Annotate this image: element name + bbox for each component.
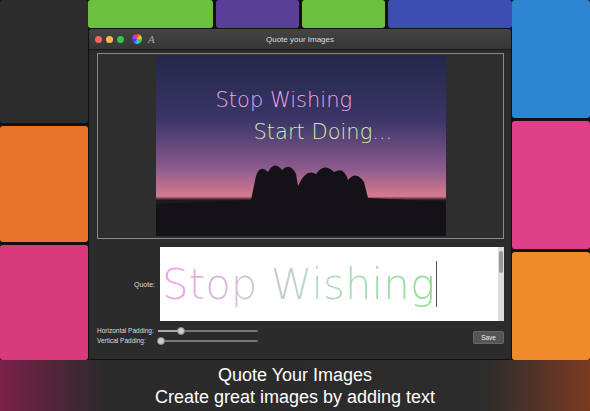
slider-label: Horizontal Padding: (97, 327, 155, 334)
image-preview: Stop WishingStart Doing... (97, 53, 504, 239)
background-tile (0, 126, 88, 242)
quote-editor: Quote: Stop Wishing Horizontal Padding: Ver… (97, 247, 504, 344)
close-button[interactable] (95, 36, 102, 43)
scrollbar[interactable] (498, 247, 504, 321)
background-tile (512, 121, 590, 249)
text-caret (436, 261, 437, 307)
preview-quote-line: Start Doing... (216, 116, 446, 148)
background-tile (0, 0, 88, 123)
quote-text: Stop Wishing (162, 260, 435, 309)
slider-thumb[interactable] (157, 337, 165, 345)
quote-input[interactable]: Stop Wishing (160, 247, 498, 321)
background-pattern (512, 0, 590, 360)
quote-field: Stop Wishing (160, 247, 504, 321)
window-controls: A (89, 33, 169, 45)
save-button[interactable]: Save (473, 331, 504, 344)
font-button[interactable]: A (148, 33, 155, 45)
trees-icon (156, 156, 446, 236)
padding-sliders: Horizontal Padding: Vertical Padding: (97, 327, 465, 344)
background-tile (512, 252, 590, 360)
window-title: Quote your Images (169, 35, 431, 44)
slider-row: Vertical Padding: (97, 337, 465, 344)
app-window: AQuote your ImagesStop WishingStart Doin… (88, 28, 512, 360)
caption-title: Quote Your Images (218, 364, 372, 386)
minimize-button[interactable] (106, 36, 113, 43)
zoom-button[interactable] (117, 36, 124, 43)
scroll-thumb[interactable] (499, 251, 503, 273)
slider-thumb[interactable] (177, 327, 185, 335)
controls: Horizontal Padding: Vertical Padding: Save (97, 325, 504, 344)
background-tile (216, 0, 299, 28)
slider-row: Horizontal Padding: (97, 327, 465, 334)
color-wheel-icon[interactable] (132, 34, 142, 44)
background-tile (302, 0, 385, 28)
slider-track[interactable] (158, 330, 258, 332)
content: Stop WishingStart Doing...Quote:Stop Wis… (89, 50, 511, 359)
slider-track[interactable] (158, 340, 258, 342)
quote-label: Quote: (97, 281, 155, 288)
preview-image: Stop WishingStart Doing... (156, 56, 446, 236)
slider-label: Vertical Padding: (97, 337, 155, 344)
caption-subtitle: Create great images by adding text (155, 386, 435, 408)
background-pattern (88, 0, 512, 28)
preview-quote-line: Stop Wishing (216, 84, 446, 116)
background-tile (388, 0, 513, 28)
background-tile (512, 0, 590, 118)
background-tile (0, 245, 88, 360)
caption: Quote Your ImagesCreate great images by … (0, 360, 590, 411)
title-bar: A Quote your Images (89, 29, 511, 50)
background-pattern (0, 0, 88, 360)
background-tile (88, 0, 213, 28)
